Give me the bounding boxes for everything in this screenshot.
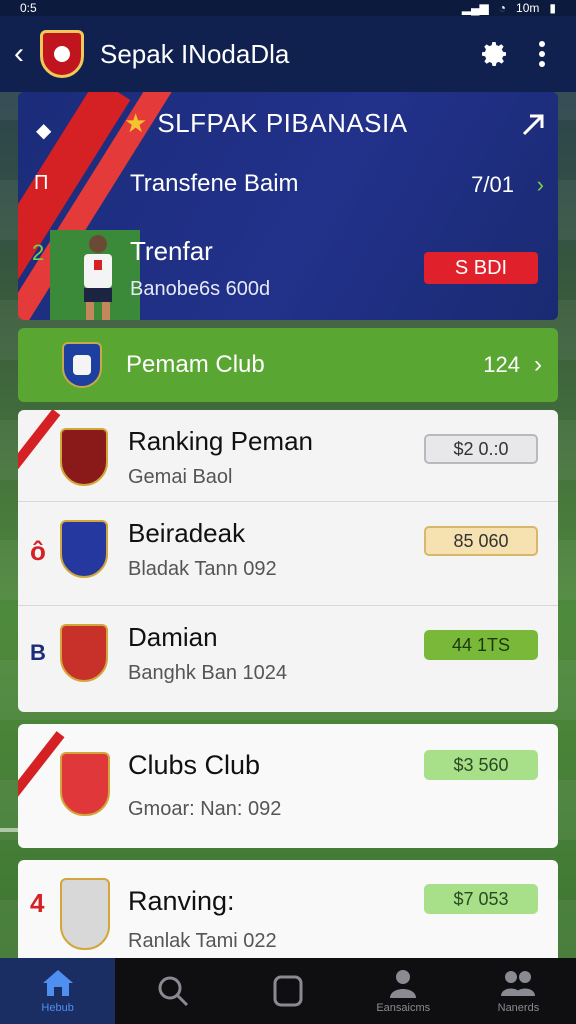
status-bar: 0:5 ▂▄▆ ◔ 10m ▮	[0, 0, 576, 16]
expand-arrow-icon[interactable]	[520, 110, 548, 143]
list-item-meta: Banghk Ban 1024	[128, 662, 288, 684]
red-slash-decoration	[18, 410, 61, 476]
list-item-title: Damian	[128, 622, 218, 652]
value-pill: $7 053	[424, 884, 538, 914]
list-item[interactable]: Ranking Peman Gemai Baol $2 0.:0	[18, 410, 558, 502]
list-item[interactable]: ô Beiradeak Bladak Tann 092 85 060	[18, 502, 558, 606]
list-item-title: Ranking Peman	[128, 426, 313, 456]
person-icon	[390, 970, 417, 998]
card-meta: Gmoar: Nan: 092	[128, 798, 282, 820]
status-right-text: 10m	[516, 1, 540, 15]
hero-subtitle: Transfene Baim	[130, 170, 299, 197]
featured-transfer-card[interactable]: ◆ ★ SLFPAK PIBANASIA П Transfene Baim 7/…	[18, 92, 558, 320]
ranking-card[interactable]: 4 Ranving: Ranlak Tami 022 $7 053	[18, 860, 558, 958]
chevron-right-icon: ›	[534, 351, 542, 378]
bottom-navigation: Hebub Eansaicms Nanerds	[0, 958, 576, 1024]
player-avatar-icon	[60, 878, 110, 950]
wifi-icon: ◔	[498, 1, 507, 15]
gear-icon[interactable]	[474, 34, 514, 74]
battery-icon: ▮	[549, 1, 556, 15]
back-icon[interactable]: ‹	[14, 37, 36, 71]
card-meta: Ranlak Tami 022	[128, 930, 277, 952]
clubs-card[interactable]: Clubs Club Gmoar: Nan: 092 $3 560	[18, 724, 558, 848]
nav-profile[interactable]: Eansaicms	[346, 958, 461, 1024]
value-pill: $3 560	[424, 750, 538, 780]
square-icon	[273, 975, 303, 1007]
card-title: Clubs Club	[128, 750, 261, 780]
player-photo	[50, 230, 140, 320]
value-pill: 85 060	[424, 526, 538, 556]
nav-home[interactable]: Hebub	[0, 958, 116, 1024]
hero-title-row: ★ SLFPAK PIBANASIA	[124, 108, 408, 139]
hero-title: SLFPAK PIBANASIA	[157, 108, 408, 138]
list-item[interactable]: B Damian Banghk Ban 1024 44 1TS	[18, 606, 558, 710]
hero-rank-number: 2	[32, 240, 45, 265]
club-crest-icon	[62, 342, 102, 388]
list-item-meta: Gemai Baol	[128, 466, 233, 488]
more-vertical-icon[interactable]	[522, 34, 562, 74]
hero-badge[interactable]: S BDI	[424, 252, 538, 284]
nav-square[interactable]	[230, 958, 345, 1024]
club-bar[interactable]: Pemam Club 124 ›	[18, 328, 558, 402]
player-avatar-icon	[60, 752, 110, 816]
nav-label: Nanerds	[497, 1002, 540, 1014]
player-avatar-icon	[60, 520, 108, 578]
whistle-icon: ◆	[36, 120, 52, 142]
player-avatar-icon	[60, 624, 108, 682]
app-title: Sepak INodaDla	[100, 38, 290, 69]
hero-side-glyph: П	[34, 172, 49, 194]
signal-icon: ▂▄▆	[461, 1, 489, 15]
people-icon	[501, 971, 536, 996]
value-pill: $2 0.:0	[424, 434, 538, 464]
list-item-title: Beiradeak	[128, 518, 246, 548]
app-bar: ‹ Sepak INodaDla	[0, 16, 576, 92]
club-crest-icon	[60, 428, 108, 486]
value-pill: 44 1TS	[424, 630, 538, 660]
hero-meta: Banobe6s 600d	[130, 278, 271, 300]
list-item-side-mark: B	[30, 640, 46, 665]
search-icon	[158, 976, 188, 1007]
ranking-list: Ranking Peman Gemai Baol $2 0.:0 ô Beira…	[18, 410, 558, 712]
nav-search[interactable]	[115, 958, 230, 1024]
list-item-side-mark: ô	[30, 536, 46, 566]
chevron-right-icon[interactable]: ›	[537, 172, 544, 198]
status-time: 0:5	[20, 1, 37, 15]
nav-teams[interactable]: Nanerds	[461, 958, 576, 1024]
list-item-meta: Bladak Tann 092	[128, 558, 277, 580]
nav-label: Hebub	[41, 1002, 74, 1014]
card-title: Ranving:	[128, 886, 235, 916]
status-icons: ▂▄▆ ◔ 10m ▮	[462, 1, 556, 15]
club-crest-icon	[40, 30, 84, 78]
red-slash-decoration	[18, 731, 65, 813]
hero-subtitle-value: 7/01	[471, 172, 514, 197]
club-bar-value: 124	[483, 352, 520, 377]
card-side-mark: 4	[30, 888, 45, 918]
club-bar-label: Pemam Club	[126, 351, 265, 378]
hero-name: Trenfar	[130, 236, 213, 266]
home-icon	[42, 970, 73, 996]
nav-label: Eansaicms	[376, 1002, 431, 1014]
star-icon: ★	[124, 108, 148, 138]
